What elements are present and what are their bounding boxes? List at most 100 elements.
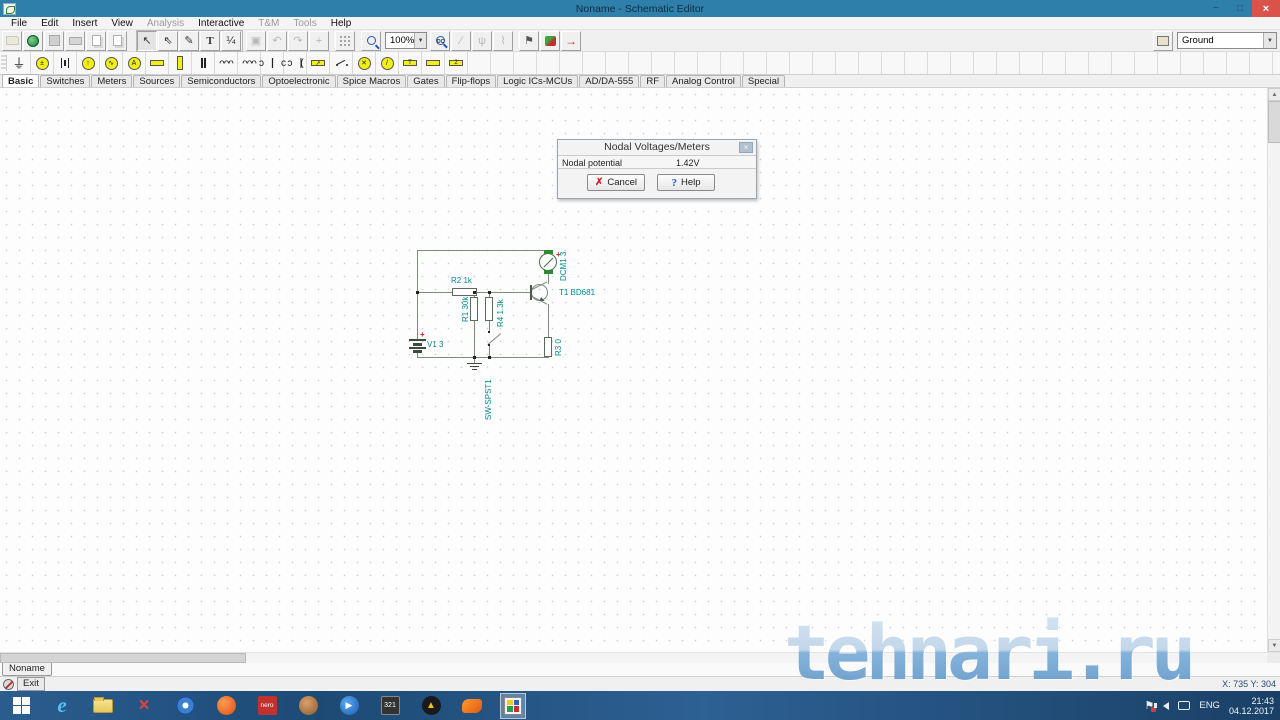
display-icon[interactable] <box>1178 701 1191 710</box>
resistor-r2-label[interactable]: R2 1k <box>451 276 472 285</box>
tab-analog-control[interactable]: Analog Control <box>666 75 741 87</box>
component-capacitor[interactable] <box>192 52 215 74</box>
scroll-up-arrow[interactable]: ▲ <box>1268 88 1280 101</box>
component-resistor[interactable] <box>146 52 169 74</box>
chevron-down-icon[interactable]: ▼ <box>1263 33 1276 48</box>
select-tool-button[interactable]: ↖ <box>137 30 157 51</box>
tab-switches[interactable]: Switches <box>40 75 91 87</box>
export-button[interactable] <box>23 30 43 51</box>
wire[interactable] <box>474 321 475 358</box>
resistor-r4[interactable] <box>485 297 493 321</box>
menu-insert[interactable]: Insert <box>65 18 104 29</box>
sheet-tab-noname[interactable]: Noname <box>2 663 52 676</box>
dc-analysis-button[interactable]: DC <box>430 30 450 51</box>
component-inductor[interactable]: ᴖᴖᴖ <box>215 52 238 74</box>
taskbar-internet-explorer[interactable]: e <box>49 693 75 719</box>
resistor-r3[interactable] <box>544 337 552 357</box>
grid-toggle-button[interactable] <box>335 30 355 51</box>
run-button[interactable]: → <box>561 30 581 51</box>
taskbar-media-player[interactable]: ▶ <box>336 693 362 719</box>
horizontal-scroll-thumb[interactable] <box>0 653 246 663</box>
component-resistor-vertical[interactable] <box>169 52 192 74</box>
taskbar-app-monkey[interactable] <box>295 693 321 719</box>
wire[interactable] <box>417 250 418 339</box>
component-voltage-source[interactable]: ± <box>31 52 54 74</box>
component-relay[interactable]: T <box>399 52 422 74</box>
component-battery[interactable] <box>54 52 77 74</box>
flag-button[interactable]: ⚑ <box>519 30 539 51</box>
component-voltage-generator[interactable]: ∿ <box>100 52 123 74</box>
taskbar-aimp[interactable]: ▲ <box>418 693 444 719</box>
open-button[interactable] <box>2 30 22 51</box>
scroll-down-arrow[interactable]: ▼ <box>1268 639 1280 652</box>
zoom-level-select[interactable]: 100% ▼ <box>385 32 427 49</box>
component-current-source[interactable]: ↑ <box>77 52 100 74</box>
language-indicator[interactable]: ENG <box>1199 700 1220 711</box>
taskbar-mpc[interactable]: 321 <box>377 693 403 719</box>
menu-file[interactable]: File <box>4 18 34 29</box>
switch-label[interactable]: SW-SPST1 <box>484 379 493 420</box>
taskbar-app-swoosh[interactable] <box>459 693 485 719</box>
dimension-tool-button[interactable]: ¼ <box>221 30 241 51</box>
schematic-canvas[interactable]: + V1 3 R2 1k R1 30k R4 1.3k SW-SPST1 T1 … <box>0 88 1280 652</box>
cancel-button[interactable]: ✗ Cancel <box>587 174 645 191</box>
text-tool-button[interactable]: T <box>200 30 220 51</box>
chevron-down-icon[interactable]: ▼ <box>414 33 426 48</box>
find-component-button[interactable] <box>1153 30 1173 51</box>
wire-tool-button[interactable]: ✎ <box>179 30 199 51</box>
tab-flip-flops[interactable]: Flip-flops <box>445 75 497 87</box>
menu-edit[interactable]: Edit <box>34 18 65 29</box>
component-coupled-inductor[interactable]: ᴖᴖᴖ <box>238 52 261 74</box>
horizontal-scrollbar[interactable] <box>0 652 1280 663</box>
wire[interactable] <box>548 304 549 337</box>
motor-label[interactable]: DCM1 3 <box>559 252 568 281</box>
vertical-scrollbar[interactable]: ▲ ▼ <box>1267 88 1280 652</box>
menu-view[interactable]: View <box>104 18 140 29</box>
component-motor[interactable]: / <box>376 52 399 74</box>
tab-meters[interactable]: Meters <box>91 75 133 87</box>
component-potentiometer[interactable]: ↗ <box>307 52 330 74</box>
tab-optoelectronic[interactable]: Optoelectronic <box>262 75 336 87</box>
tab-spice-macros[interactable]: Spice Macros <box>336 75 407 87</box>
resistor-r3-label[interactable]: R3 0 <box>554 339 563 356</box>
component-search-select[interactable]: Ground ▼ <box>1177 32 1277 49</box>
clock[interactable]: 21:43 04.12.2017 <box>1229 696 1274 716</box>
tab-semiconductors[interactable]: Semiconductors <box>181 75 262 87</box>
taskbar-app-orange[interactable] <box>213 693 239 719</box>
taskbar-dvd-tool[interactable] <box>172 693 198 719</box>
action-center-flag-icon[interactable]: ⚑ <box>1144 699 1157 712</box>
component-transformer[interactable]: ᴐ⎹⎸ᴄ <box>259 52 286 74</box>
zoom-button[interactable] <box>361 30 381 51</box>
battery-label[interactable]: V1 3 <box>427 340 443 349</box>
last-component-button[interactable]: ⇖ <box>158 30 178 51</box>
component-voltage-ref[interactable]: 2 <box>445 52 468 74</box>
component-lamp[interactable]: ✕ <box>353 52 376 74</box>
menu-interactive[interactable]: Interactive <box>191 18 251 29</box>
tab-sources[interactable]: Sources <box>133 75 181 87</box>
taskbar-app-red-x[interactable]: × <box>131 693 157 719</box>
toolbar-grip[interactable] <box>1 55 7 71</box>
speaker-icon[interactable] <box>1154 701 1170 710</box>
start-button[interactable] <box>8 693 34 719</box>
transistor-label[interactable]: T1 BD681 <box>559 288 595 297</box>
vertical-scroll-thumb[interactable] <box>1268 101 1280 143</box>
tab-rf[interactable]: RF <box>640 75 666 87</box>
tab-special[interactable]: Special <box>741 75 786 87</box>
component-switch[interactable] <box>330 52 353 74</box>
tab-ad-da-555[interactable]: AD/DA-555 <box>579 75 640 87</box>
component-transformer2[interactable]: ᴐ⎹( <box>284 52 307 74</box>
tab-logic-ics-mcus[interactable]: Logic ICs-MCUs <box>497 75 579 87</box>
taskbar-file-explorer[interactable] <box>90 693 116 719</box>
wire[interactable] <box>417 357 549 358</box>
taskbar-tina-active[interactable] <box>500 692 526 719</box>
exit-button[interactable]: Exit <box>17 677 45 691</box>
resistor-r4-label[interactable]: R4 1.3k <box>496 299 505 327</box>
component-ground[interactable]: ⏚ <box>8 52 31 74</box>
wire[interactable] <box>417 250 549 251</box>
taskbar-nero[interactable]: nero <box>254 693 280 719</box>
component-current-generator[interactable]: A <box>123 52 146 74</box>
help-button[interactable]: ? Help <box>657 174 715 191</box>
tab-basic[interactable]: Basic <box>2 74 40 87</box>
tab-gates[interactable]: Gates <box>407 75 445 87</box>
resistor-r1-label[interactable]: R1 30k <box>461 297 470 322</box>
